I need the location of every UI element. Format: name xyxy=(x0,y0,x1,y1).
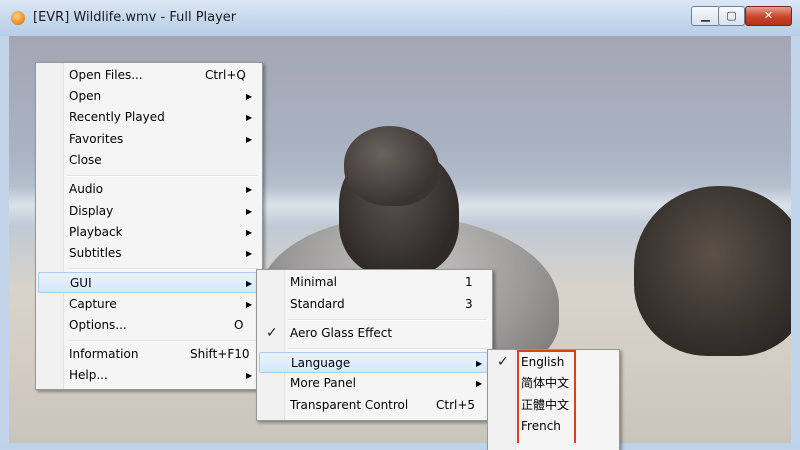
menu-separator xyxy=(288,348,487,350)
menu-item-options[interactable]: Options... O xyxy=(38,315,260,336)
menu-separator xyxy=(67,175,257,177)
submenu-arrow-icon: ▶ xyxy=(246,279,253,288)
menu-item-language[interactable]: Language ▶ xyxy=(259,352,490,373)
window-title: [EVR] Wildlife.wmv - Full Player xyxy=(33,10,237,25)
maximize-button[interactable]: ▢ xyxy=(718,6,745,26)
submenu-arrow-icon: ▶ xyxy=(246,135,253,144)
menu-item-open-files[interactable]: Open Files... Ctrl+Q xyxy=(38,65,260,86)
submenu-arrow-icon: ▶ xyxy=(246,228,253,237)
submenu-arrow-icon: ▶ xyxy=(246,113,253,122)
menu-item-playback[interactable]: Playback ▶ xyxy=(38,222,260,243)
app-logo-icon xyxy=(11,11,25,25)
menu-item-audio[interactable]: Audio ▶ xyxy=(38,179,260,200)
close-button[interactable]: ✕ xyxy=(745,6,792,26)
menu-item-information[interactable]: Information Shift+F10 xyxy=(38,344,260,365)
checkmark-icon: ✓ xyxy=(497,354,509,370)
window-frame-right xyxy=(791,36,800,443)
menu-item-transparent-control[interactable]: Transparent Control Ctrl+5 xyxy=(259,395,490,416)
submenu-arrow-icon: ▶ xyxy=(476,379,483,388)
video-seal-right xyxy=(634,186,791,356)
menu-item-capture[interactable]: Capture ▶ xyxy=(38,294,260,315)
window-frame-left xyxy=(0,36,9,443)
gui-submenu: Minimal 1 Standard 3 ✓ Aero Glass Effect… xyxy=(256,269,493,421)
submenu-arrow-icon: ▶ xyxy=(246,207,253,216)
menu-separator xyxy=(67,268,257,270)
menu-item-close[interactable]: Close xyxy=(38,150,260,171)
menu-item-gui[interactable]: GUI ▶ xyxy=(38,272,260,293)
menu-item-open[interactable]: Open ▶ xyxy=(38,86,260,107)
menu-separator xyxy=(288,319,487,321)
menu-item-recently-played[interactable]: Recently Played ▶ xyxy=(38,107,260,128)
menu-item-minimal[interactable]: Minimal 1 xyxy=(259,272,490,293)
video-seal-head xyxy=(344,126,439,206)
minimize-button[interactable]: ▁ xyxy=(691,6,720,26)
submenu-arrow-icon: ▶ xyxy=(246,185,253,194)
menu-item-subtitles[interactable]: Subtitles ▶ xyxy=(38,243,260,264)
menu-item-display[interactable]: Display ▶ xyxy=(38,201,260,222)
menu-item-help[interactable]: Help... ▶ xyxy=(38,365,260,386)
submenu-arrow-icon: ▶ xyxy=(476,359,483,368)
menu-item-standard[interactable]: Standard 3 xyxy=(259,294,490,315)
checkmark-icon: ✓ xyxy=(266,325,278,341)
submenu-arrow-icon: ▶ xyxy=(246,92,253,101)
submenu-arrow-icon: ▶ xyxy=(246,249,253,258)
submenu-arrow-icon: ▶ xyxy=(246,371,253,380)
context-menu: Open Files... Ctrl+Q Open ▶ Recently Pla… xyxy=(35,62,263,390)
submenu-arrow-icon: ▶ xyxy=(246,300,253,309)
title-bar[interactable]: [EVR] Wildlife.wmv - Full Player ▁ ▢ ✕ xyxy=(0,0,800,36)
menu-item-favorites[interactable]: Favorites ▶ xyxy=(38,129,260,150)
language-highlight-box xyxy=(517,350,576,443)
menu-item-more-panel[interactable]: More Panel ▶ xyxy=(259,373,490,394)
menu-item-aero-glass-effect[interactable]: ✓ Aero Glass Effect xyxy=(259,323,490,344)
menu-separator xyxy=(67,340,257,342)
